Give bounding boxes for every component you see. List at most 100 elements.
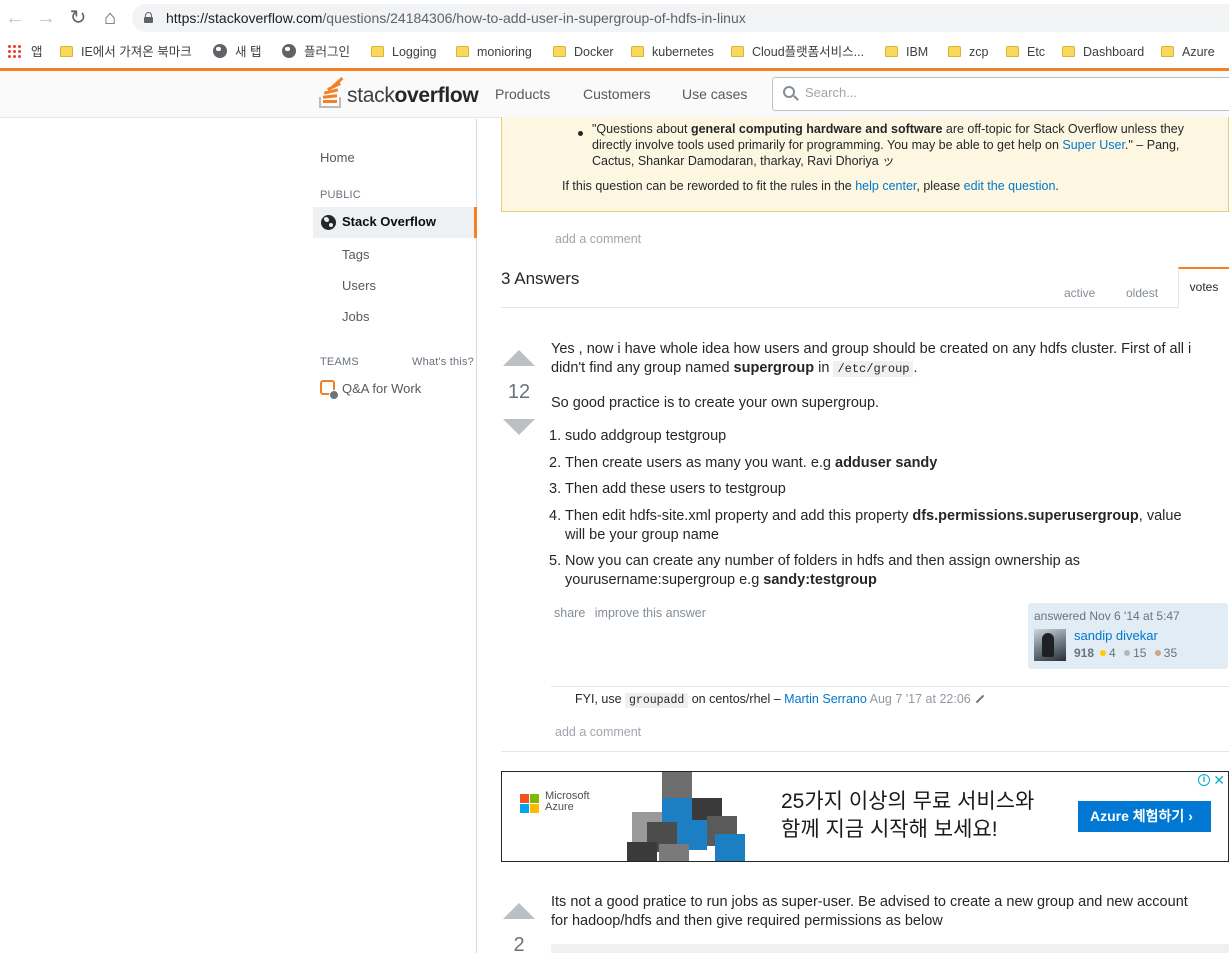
sidebar-section-teams: TEAMS: [320, 356, 359, 368]
bookmark-item[interactable]: kubernetes: [631, 42, 714, 62]
bookmark-item[interactable]: Cloud플랫폼서비스...: [731, 42, 864, 62]
notice-text: "Questions about general computing hardw…: [592, 122, 1184, 168]
answer-body: Its not a good pratice to run jobs as su…: [551, 894, 1188, 929]
gold-badge-icon: [1100, 650, 1107, 656]
forward-arrow-icon[interactable]: →: [34, 6, 58, 30]
ad-close-icon[interactable]: ✕: [1213, 772, 1225, 789]
answered-time: answered Nov 6 '14 at 5:47: [1034, 609, 1180, 623]
sidebar-item-stack-overflow[interactable]: Stack Overflow: [313, 207, 477, 238]
user-card: answered Nov 6 '14 at 5:47 sandip diveka…: [1028, 603, 1228, 669]
edit-question-link[interactable]: edit the question: [964, 179, 1056, 193]
tab-active[interactable]: active: [1064, 286, 1095, 300]
bronze-badge-icon: [1154, 650, 1161, 656]
comment-user-link[interactable]: Martin Serrano: [784, 692, 867, 706]
list-item: 3. Then add these users to testgroup: [549, 481, 786, 497]
globe-icon: [282, 44, 296, 58]
inline-code: /etc/group: [833, 361, 914, 377]
browser-toolbar: ← → ↻ ⌂ https://stackoverflow.com/questi…: [0, 0, 1229, 36]
bookmark-item[interactable]: IBM: [885, 42, 928, 62]
sidebar-item-qa-for-work[interactable]: Q&A for Work: [342, 381, 421, 396]
answer-body: Yes , now i have whole idea how users an…: [551, 340, 1221, 379]
lock-icon: [144, 12, 153, 23]
answer-paragraph: Yes , now i have whole idea how users an…: [551, 341, 1192, 377]
list-item: 2. Then create users as many you want. e.…: [549, 455, 938, 471]
azure-ad-banner[interactable]: Microsoft Azure 25가지 이상의 무료 서비스와 함께 지금 시작해…: [501, 771, 1229, 862]
globe-icon: [213, 44, 227, 58]
inline-code: groupadd: [625, 693, 689, 708]
microsoft-logo-icon: [520, 794, 539, 813]
nav-use-cases[interactable]: Use cases: [682, 86, 747, 102]
avatar[interactable]: [1034, 629, 1066, 661]
vote-count: 12: [507, 381, 531, 403]
list-item: 1. sudo addgroup testgroup: [549, 428, 727, 444]
left-sidebar: Home PUBLIC Stack Overflow Tags Users Jo…: [0, 119, 477, 953]
azure-trial-button[interactable]: Azure 체험하기 ›: [1078, 801, 1211, 832]
whats-this-link[interactable]: What's this?: [412, 356, 474, 368]
closed-notice: "Questions about general computing hardw…: [501, 117, 1229, 212]
address-bar[interactable]: https://stackoverflow.com/questions/2418…: [132, 4, 1229, 32]
edit-pencil-icon[interactable]: [975, 694, 984, 704]
notice-footer: If this question can be reworded to fit …: [562, 179, 1059, 193]
tab-oldest[interactable]: oldest: [1126, 286, 1158, 300]
folder-icon: [1161, 46, 1174, 57]
folder-icon: [1006, 46, 1019, 57]
upvote-button[interactable]: [503, 350, 535, 366]
stack-logo-icon: [319, 77, 345, 109]
add-comment-link[interactable]: add a comment: [555, 232, 641, 246]
share-link[interactable]: share: [554, 606, 585, 620]
qa-for-work-icon: [320, 380, 339, 400]
ad-headline: 25가지 이상의 무료 서비스와 함께 지금 시작해 보세요!: [781, 790, 1035, 841]
sidebar-item-users[interactable]: Users: [342, 278, 376, 293]
bookmark-item[interactable]: 플러그인: [282, 42, 350, 62]
user-name-link[interactable]: sandip divekar: [1074, 628, 1158, 643]
bookmark-item[interactable]: Azure: [1161, 42, 1215, 62]
answers-count-heading: 3 Answers: [501, 269, 580, 288]
bookmark-apps[interactable]: 앱: [7, 42, 43, 62]
list-item: 4. Then edit hdfs-site.xml property and a…: [549, 508, 1182, 543]
bookmark-item[interactable]: 새 탭: [213, 42, 261, 62]
globe-icon: [321, 215, 336, 230]
url-text[interactable]: https://stackoverflow.com/questions/2418…: [166, 10, 746, 26]
bullet: [578, 131, 583, 136]
add-comment-link[interactable]: add a comment: [555, 725, 641, 739]
bookmark-item[interactable]: Docker: [553, 42, 614, 62]
reload-icon[interactable]: ↻: [66, 6, 90, 30]
folder-icon: [456, 46, 469, 57]
search-input[interactable]: [805, 85, 1205, 100]
sidebar-item-jobs[interactable]: Jobs: [342, 309, 369, 324]
divider: [501, 751, 1229, 752]
folder-icon: [553, 46, 566, 57]
sidebar-item-tags[interactable]: Tags: [342, 247, 369, 262]
help-center-link[interactable]: help center: [855, 179, 916, 193]
sidebar-item-label: Stack Overflow: [342, 214, 436, 229]
bookmark-item[interactable]: Logging: [371, 42, 437, 62]
tab-votes[interactable]: votes: [1178, 267, 1229, 309]
microsoft-azure-label: Microsoft Azure: [545, 790, 590, 813]
cubes-illustration: [627, 772, 747, 861]
home-icon[interactable]: ⌂: [98, 6, 122, 30]
folder-icon: [631, 46, 644, 57]
site-header: stackoverflow Products Customers Use cas…: [0, 71, 1229, 118]
upvote-button[interactable]: [503, 903, 535, 919]
comment: FYI, use groupadd on centos/rhel – Marti…: [575, 692, 985, 708]
folder-icon: [371, 46, 384, 57]
bookmark-item[interactable]: zcp: [948, 42, 988, 62]
back-arrow-icon[interactable]: ←: [3, 6, 27, 30]
nav-products[interactable]: Products: [495, 86, 550, 102]
search-box[interactable]: [772, 77, 1229, 111]
vote-count: 2: [513, 934, 525, 953]
bookmark-item[interactable]: Etc: [1006, 42, 1045, 62]
downvote-button[interactable]: [503, 419, 535, 435]
bookmark-item[interactable]: monioring: [456, 42, 532, 62]
bookmark-item[interactable]: Dashboard: [1062, 42, 1144, 62]
bookmark-item[interactable]: IE에서 가져온 북마크: [60, 42, 192, 62]
ad-info-icon[interactable]: i: [1198, 774, 1210, 786]
search-icon: [783, 86, 799, 101]
silver-badge-icon: [1124, 650, 1131, 656]
folder-icon: [60, 46, 73, 57]
sidebar-item-home[interactable]: Home: [320, 150, 355, 165]
main-content: "Questions about general computing hardw…: [477, 117, 1229, 953]
super-user-link[interactable]: Super User: [1062, 138, 1125, 152]
nav-customers[interactable]: Customers: [583, 86, 651, 102]
improve-answer-link[interactable]: improve this answer: [595, 606, 706, 620]
